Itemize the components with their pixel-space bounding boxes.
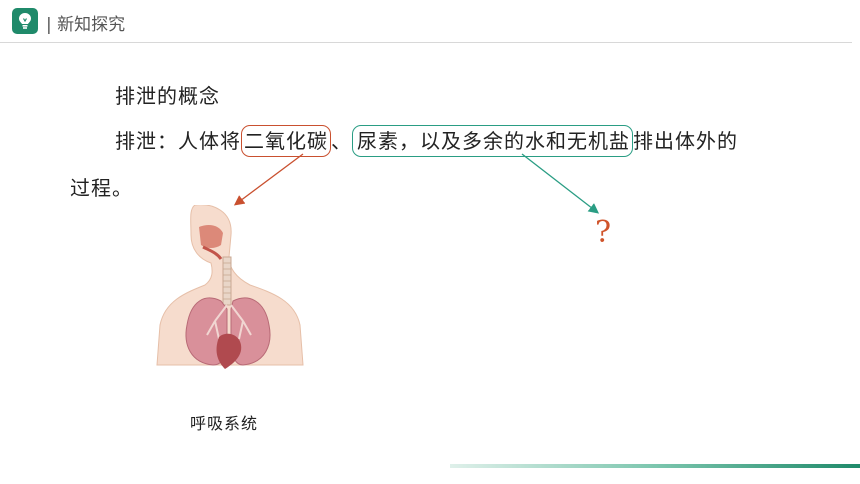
- arrow-to-respiratory: [233, 153, 304, 206]
- bottom-gradient-bar: [450, 464, 860, 468]
- question-mark: ?: [595, 215, 612, 250]
- respiratory-system-illustration: [156, 205, 304, 369]
- figure-caption: 呼吸系统: [190, 414, 259, 433]
- connector-arrows: [233, 153, 600, 214]
- arrow-to-question: [521, 153, 600, 214]
